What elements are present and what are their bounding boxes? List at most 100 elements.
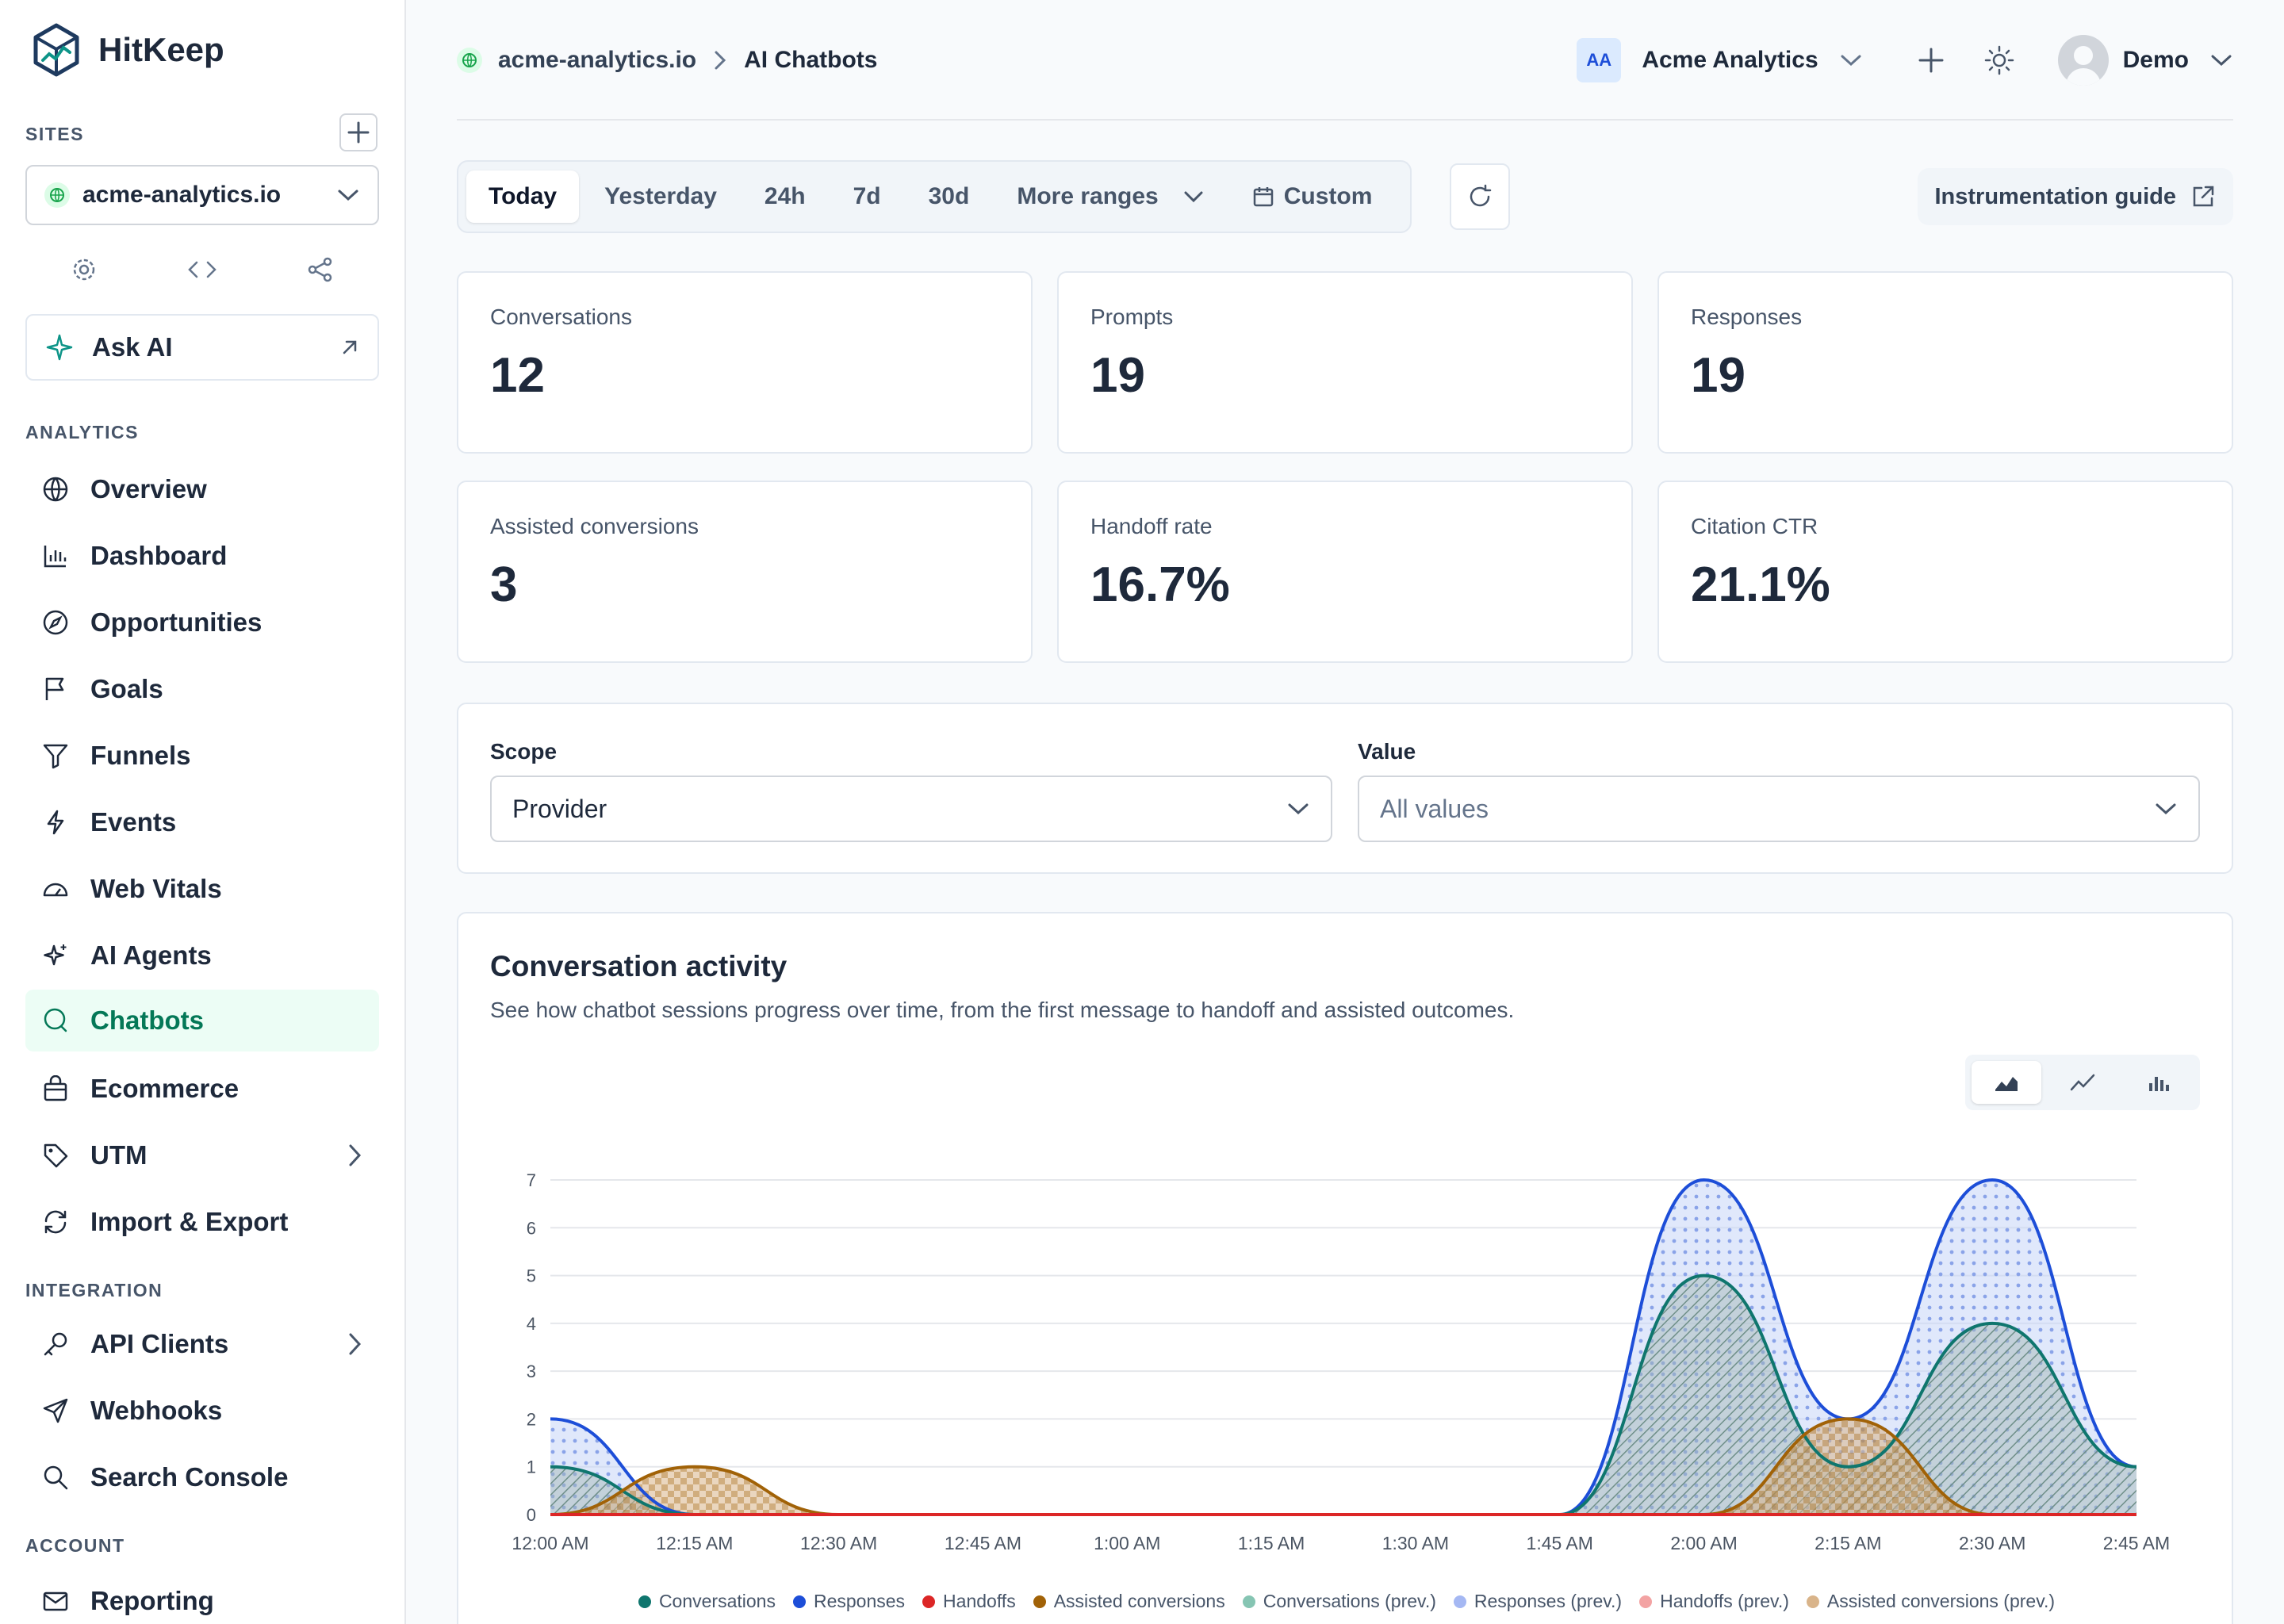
conversation-activity-chart: 12:00 AM 12:15 AM 12:30 AM 12:45 AM 1:00 AM 1… xyxy=(512,1170,2170,1553)
sparkle-icon xyxy=(41,941,70,970)
site-globe-icon xyxy=(44,182,70,208)
range-7d-tab[interactable]: 7d xyxy=(831,170,903,223)
nav-label: Dashboard xyxy=(90,541,228,570)
chevron-down-icon[interactable] xyxy=(2209,52,2233,68)
brand[interactable]: HitKeep xyxy=(32,22,224,78)
stat-value: 19 xyxy=(1691,348,1746,403)
breadcrumb-page: AI Chatbots xyxy=(744,47,878,73)
bag-icon xyxy=(41,1074,70,1103)
range-yesterday-tab[interactable]: Yesterday xyxy=(582,170,739,223)
integration-section-label: INTEGRATION xyxy=(25,1280,163,1300)
ask-ai-button[interactable]: Ask AI xyxy=(25,314,379,381)
sync-icon xyxy=(41,1208,70,1236)
top-header: acme-analytics.io AI Chatbots AA Acme An… xyxy=(457,32,2233,89)
nav-api-clients[interactable]: API Clients xyxy=(25,1313,379,1375)
y-tick-label: 1 xyxy=(527,1457,536,1477)
legend-item[interactable]: Conversations xyxy=(638,1591,776,1612)
chevron-down-icon[interactable] xyxy=(1839,52,1863,68)
range-30d-tab[interactable]: 30d xyxy=(906,170,992,223)
refresh-icon xyxy=(1470,184,1492,207)
nav-import-export[interactable]: Import & Export xyxy=(25,1191,379,1253)
nav-reporting[interactable]: Reporting xyxy=(25,1570,379,1624)
x-tick-label: 1:30 AM xyxy=(1382,1533,1449,1553)
nav-events[interactable]: Events xyxy=(25,791,379,853)
site-share-button[interactable] xyxy=(303,252,338,287)
legend-label: Handoffs (prev.) xyxy=(1660,1591,1789,1611)
site-selector[interactable]: acme-analytics.io xyxy=(25,165,379,225)
instrumentation-guide-button[interactable]: Instrumentation guide xyxy=(1917,168,2233,225)
value-select-value: All values xyxy=(1380,794,1489,823)
nav-webhooks[interactable]: Webhooks xyxy=(25,1380,379,1442)
scope-label: Scope xyxy=(490,739,558,764)
custom-range-button[interactable]: Custom xyxy=(1230,170,1395,223)
breadcrumb-site[interactable]: acme-analytics.io xyxy=(498,47,696,74)
sparkle-icon xyxy=(46,334,73,361)
code-icon xyxy=(188,261,217,278)
ask-ai-label: Ask AI xyxy=(92,332,173,362)
globe-icon xyxy=(41,475,70,504)
nav-label: Events xyxy=(90,807,177,837)
nav-label: Chatbots xyxy=(90,1005,204,1035)
range-today-tab[interactable]: Today xyxy=(466,170,580,223)
site-settings-button[interactable] xyxy=(67,252,102,287)
stat-card-handoff-rate: Handoff rate 16.7% xyxy=(1057,481,1633,663)
legend-item[interactable]: Responses (prev.) xyxy=(1453,1591,1622,1612)
x-tick-label: 2:00 AM xyxy=(1670,1533,1737,1553)
nav-opportunities[interactable]: Opportunities xyxy=(25,592,379,653)
more-ranges-dropdown[interactable]: More ranges xyxy=(994,170,1226,223)
nav-label: UTM xyxy=(90,1140,148,1170)
nav-label: Opportunities xyxy=(90,607,263,637)
refresh-button[interactable] xyxy=(1450,163,1510,230)
legend-item[interactable]: Conversations (prev.) xyxy=(1242,1591,1436,1612)
value-select[interactable]: All values xyxy=(1358,776,2200,842)
sidebar: HitKeep SITES acme-analytics.io Ask AI A… xyxy=(0,0,406,1624)
x-tick-label: 1:00 AM xyxy=(1094,1533,1160,1553)
nav-label: Webhooks xyxy=(90,1396,223,1425)
plus-icon[interactable] xyxy=(1915,44,1947,76)
nav-dashboard[interactable]: Dashboard xyxy=(25,525,379,587)
gear-icon xyxy=(74,259,95,281)
sun-icon[interactable] xyxy=(1983,44,2015,76)
site-tools xyxy=(25,252,379,287)
org-badge: AA xyxy=(1577,38,1622,82)
site-code-button[interactable] xyxy=(185,252,220,287)
nav-label: AI Agents xyxy=(90,940,212,970)
chevron-down-icon xyxy=(2156,803,2176,815)
nav-ecommerce[interactable]: Ecommerce xyxy=(25,1058,379,1120)
nav-ai-agents[interactable]: AI Agents xyxy=(25,925,379,986)
nav-search-console[interactable]: Search Console xyxy=(25,1446,379,1508)
user-name[interactable]: Demo xyxy=(2123,47,2189,74)
legend-swatch xyxy=(922,1595,936,1608)
legend-swatch xyxy=(1806,1595,1819,1608)
chevron-down-icon xyxy=(1184,191,1203,203)
nav-overview[interactable]: Overview xyxy=(25,458,379,520)
add-site-button[interactable] xyxy=(339,113,377,151)
nav-utm[interactable]: UTM xyxy=(25,1124,379,1186)
stat-value: 16.7% xyxy=(1090,557,1230,612)
external-link-icon xyxy=(2193,186,2214,207)
x-tick-label: 1:45 AM xyxy=(1527,1533,1593,1553)
send-icon xyxy=(41,1396,70,1425)
range-24h-tab[interactable]: 24h xyxy=(742,170,828,223)
avatar[interactable] xyxy=(2057,35,2109,86)
nav-chatbots[interactable]: Chatbots xyxy=(25,990,379,1051)
legend-item[interactable]: Handoffs xyxy=(922,1591,1016,1612)
scope-select-value: Provider xyxy=(512,794,607,823)
legend-item[interactable]: Assisted conversions xyxy=(1033,1591,1225,1612)
legend-item[interactable]: Handoffs (prev.) xyxy=(1639,1591,1789,1612)
legend-swatch xyxy=(1242,1595,1255,1608)
flag-icon xyxy=(41,675,70,703)
nav-web-vitals[interactable]: Web Vitals xyxy=(25,858,379,920)
legend-label: Assisted conversions (prev.) xyxy=(1826,1591,2056,1611)
legend-item[interactable]: Assisted conversions (prev.) xyxy=(1806,1591,2056,1612)
nav-goals[interactable]: Goals xyxy=(25,658,379,720)
nav-funnels[interactable]: Funnels xyxy=(25,725,379,787)
org-name[interactable]: Acme Analytics xyxy=(1642,47,1818,74)
y-tick-label: 5 xyxy=(527,1266,536,1286)
header-divider xyxy=(457,119,2233,121)
scope-select[interactable]: Provider xyxy=(490,776,1332,842)
site-selector-label: acme-analytics.io xyxy=(82,182,282,208)
value-label: Value xyxy=(1358,739,1416,764)
legend-item[interactable]: Responses xyxy=(792,1591,905,1612)
site-globe-icon xyxy=(457,48,482,73)
